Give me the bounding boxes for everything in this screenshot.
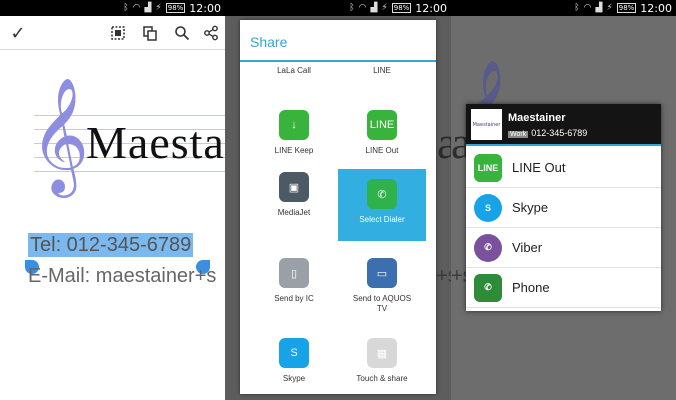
bluetooth-icon: ᛒ (123, 3, 129, 13)
line-out-icon: LINE (474, 153, 502, 182)
text-selection-screen: ᛒ ◠ ▟ ⚡ 98% 12:00 ✓ 𝄞 Maesta Tel: 012-34… (0, 0, 225, 400)
treble-clef-logo: 𝄞 (30, 76, 90, 193)
copy-icon[interactable] (138, 21, 162, 45)
status-bar: ᛒ ◠ ▟ ⚡ 98% 12:00 (451, 0, 676, 16)
share-app-send-to-aquos-tv[interactable]: ▭ Send to AQUOS TV (338, 258, 426, 314)
skype-icon: S (279, 338, 309, 368)
contact-phone: 012-345-6789 (531, 128, 588, 138)
share-app-mediajet[interactable]: ▣ MediaJet (250, 172, 338, 218)
wifi-icon: ◠ (358, 3, 367, 13)
share-app-label: LINE Keep (274, 146, 314, 155)
dialer-option-label: Skype (512, 200, 549, 215)
clock: 12:00 (189, 1, 221, 15)
selection-toolbar: ✓ (0, 16, 225, 50)
signal-icon: ▟ (370, 3, 378, 13)
line-out-icon: LINE (367, 110, 397, 140)
share-dialog-title: Share (240, 20, 436, 62)
share-app-lala-call[interactable]: LaLa Call (250, 66, 338, 76)
select-all-icon[interactable] (106, 21, 130, 45)
wifi-icon: ◠ (132, 3, 141, 13)
share-app-select-dialer[interactable]: ✆ Select Dialer (338, 169, 426, 241)
share-app-label: Touch & share (356, 374, 408, 383)
dimmed-logo-fragment: a (437, 117, 451, 168)
battery-indicator: 98% (616, 3, 637, 13)
work-tag: Work (508, 131, 529, 138)
share-app-label: Send to AQUOS TV (352, 294, 412, 313)
clock: 12:00 (640, 1, 672, 15)
share-app-label: Select Dialer (359, 215, 405, 224)
share-app-label: Send by IC (274, 294, 314, 303)
contact-name: Maestainer (508, 112, 566, 124)
aquos-tv-icon: ▭ (367, 258, 397, 288)
share-app-label: LINE Out (365, 146, 399, 155)
share-icon[interactable] (199, 21, 223, 45)
battery-indicator: 98% (165, 3, 186, 13)
selected-phone-text[interactable]: Tel: 012-345-6789 (28, 233, 194, 257)
mediajet-icon: ▣ (279, 172, 309, 202)
dimmed-email-fragment: +s (436, 265, 451, 287)
skype-icon: S (474, 193, 502, 222)
viber-icon: ✆ (474, 233, 502, 262)
signal-icon: ▟ (144, 3, 152, 13)
touch-share-icon: ▦ (367, 338, 397, 368)
dialer-option-line-out[interactable]: LINE LINE Out (466, 148, 661, 188)
share-app-label: Skype (282, 374, 306, 383)
share-app-skype[interactable]: S Skype (250, 338, 338, 384)
contact-phone-line: Work 012-345-6789 (508, 128, 587, 138)
share-app-label: LINE (373, 66, 391, 75)
share-app-line[interactable]: LINELINE (338, 66, 426, 76)
line-keep-icon: ↓ (279, 110, 309, 140)
share-app-label: LaLa Call (277, 66, 311, 75)
select-dialer-icon: ✆ (367, 179, 397, 209)
check-icon[interactable]: ✓ (6, 21, 30, 45)
bluetooth-icon: ᛒ (349, 3, 355, 13)
status-bar: ᛒ ◠ ▟ ⚡ 98% 12:00 (225, 0, 451, 16)
wifi-icon: ◠ (583, 3, 592, 13)
battery-indicator: 98% (391, 3, 412, 13)
phone-icon: ✆ (474, 273, 502, 302)
dialer-option-label: Phone (512, 280, 550, 295)
signal-icon: ▟ (595, 3, 603, 13)
share-app-touch-share[interactable]: ▦ Touch & share (338, 338, 426, 384)
share-app-line-keep[interactable]: ↓ LINE Keep (250, 110, 338, 156)
bluetooth-icon: ᛒ (574, 3, 580, 13)
charging-icon: ⚡ (155, 3, 162, 13)
search-icon[interactable] (170, 21, 194, 45)
logo-text: Maestainer (86, 117, 225, 168)
dialer-option-viber[interactable]: ✆ Viber (466, 228, 661, 268)
clock: 12:00 (415, 1, 447, 15)
charging-icon: ⚡ (381, 3, 388, 13)
dialer-option-skype[interactable]: S Skype (466, 188, 661, 228)
share-app-label: MediaJet (277, 208, 311, 217)
charging-icon: ⚡ (606, 3, 613, 13)
selection-highlight: Tel: 012-345-6789 (28, 233, 194, 257)
share-app-line-out[interactable]: LINE LINE Out (338, 110, 426, 156)
screenshot-collage: ᛒ ◠ ▟ ⚡ 98% 12:00 ✓ 𝄞 Maesta Tel: 012-34… (0, 0, 676, 400)
contact-header: Maestainer Maestainer Work 012-345-6789 (466, 104, 661, 146)
email-text: E-Mail: maestainer+s (28, 265, 217, 287)
share-app-send-by-ic[interactable]: ▯ Send by IC (250, 258, 338, 304)
share-dialog: Share LaLa CallLINELINE↓LINE KeepLINELIN… (240, 20, 436, 394)
contact-thumbnail: Maestainer (471, 109, 502, 140)
send-by-ic-icon: ▯ (279, 258, 309, 288)
dialer-option-label: LINE Out (512, 160, 566, 175)
dialer-choice-dialog: Maestainer Maestainer Work 012-345-6789 L… (466, 104, 661, 311)
status-bar: ᛒ ◠ ▟ ⚡ 98% 12:00 (0, 0, 225, 16)
dialer-option-label: Viber (512, 240, 543, 255)
dialer-option-phone[interactable]: ✆ Phone (466, 268, 661, 308)
